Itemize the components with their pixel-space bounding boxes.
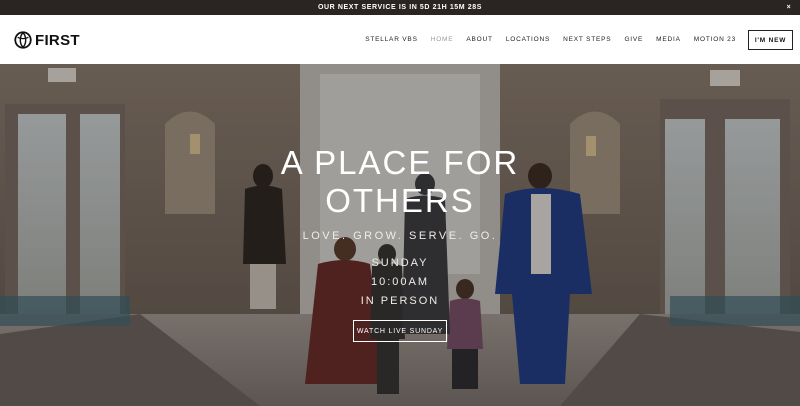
hero-tagline: LOVE. GROW. SERVE. GO. bbox=[302, 230, 498, 242]
headline-line-1: A PLACE FOR bbox=[280, 144, 520, 181]
nav-item-motion-23[interactable]: MOTION 23 bbox=[694, 36, 736, 43]
nav-item-media[interactable]: MEDIA bbox=[656, 36, 681, 43]
im-new-button[interactable]: I'M NEW bbox=[748, 30, 793, 50]
nav-item-about[interactable]: ABOUT bbox=[466, 36, 492, 43]
nav-item-stellar-vbs[interactable]: STELLAR VBS bbox=[365, 36, 418, 43]
hero-section: A PLACE FOR OTHERS LOVE. GROW. SERVE. GO… bbox=[0, 64, 800, 406]
nav-item-next-steps[interactable]: NEXT STEPS bbox=[563, 36, 611, 43]
main-nav: STELLAR VBS HOME ABOUT LOCATIONS NEXT ST… bbox=[365, 15, 736, 64]
schedule-time: 10:00AM bbox=[370, 276, 429, 288]
watch-live-button[interactable]: WATCH LIVE SUNDAY bbox=[353, 320, 447, 342]
globe-leaf-icon bbox=[14, 31, 32, 49]
site-logo[interactable]: FIRST bbox=[14, 29, 80, 51]
nav-item-home[interactable]: HOME bbox=[431, 36, 454, 43]
announcement-bar: OUR NEXT SERVICE IS IN 5D 21H 15M 28S × bbox=[0, 0, 800, 15]
site-header: FIRST STELLAR VBS HOME ABOUT LOCATIONS N… bbox=[0, 15, 800, 64]
close-icon[interactable]: × bbox=[784, 0, 794, 15]
schedule-format: IN PERSON bbox=[360, 295, 440, 307]
hero-content: A PLACE FOR OTHERS LOVE. GROW. SERVE. GO… bbox=[0, 64, 800, 406]
logo-wordmark: FIRST bbox=[35, 31, 80, 49]
service-schedule: SUNDAY 10:00AM IN PERSON bbox=[361, 254, 440, 311]
nav-item-locations[interactable]: LOCATIONS bbox=[506, 36, 550, 43]
hero-headline: A PLACE FOR OTHERS bbox=[281, 144, 519, 220]
nav-item-give[interactable]: GIVE bbox=[624, 36, 643, 43]
schedule-day: SUNDAY bbox=[371, 257, 429, 269]
countdown-text: OUR NEXT SERVICE IS IN 5D 21H 15M 28S bbox=[317, 4, 483, 11]
headline-line-2: OTHERS bbox=[325, 182, 475, 219]
